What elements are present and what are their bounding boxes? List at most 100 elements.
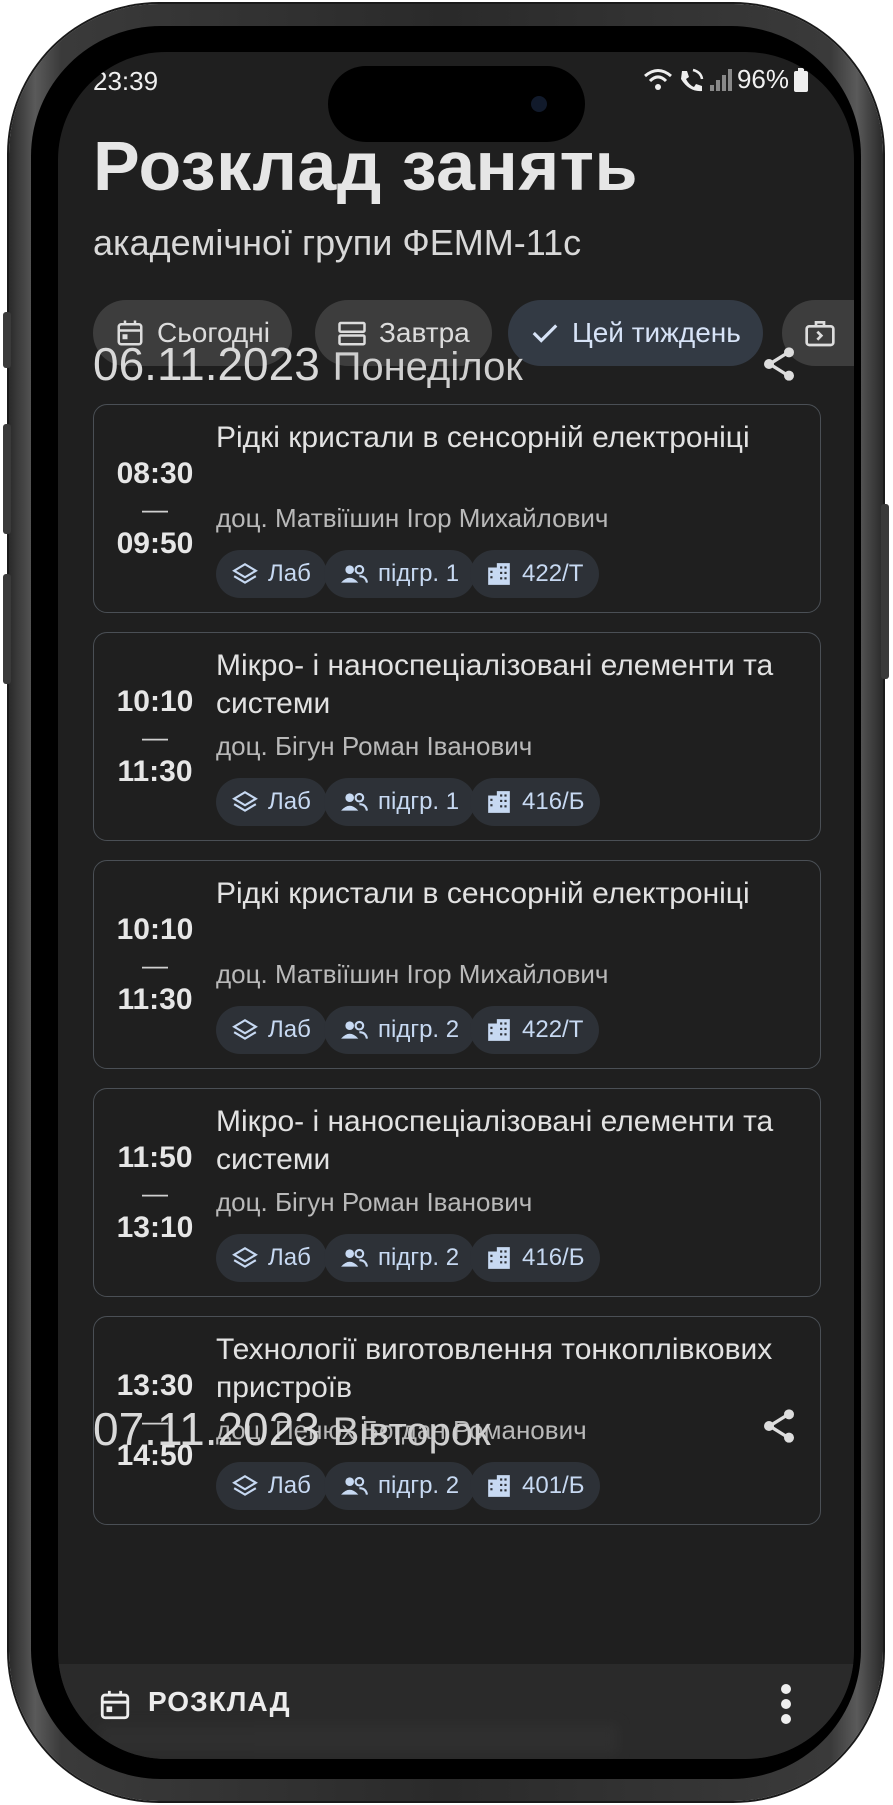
- lesson-room-chip: 416/Б: [470, 1234, 601, 1282]
- lesson-room-chip: 422/Т: [470, 1006, 600, 1054]
- lesson-time: 08:30—09:50: [94, 405, 216, 612]
- lesson-subgroup-chip: підгр. 2: [324, 1006, 476, 1054]
- lesson-start-time: 10:10: [116, 912, 194, 946]
- lesson-room: 416/Б: [522, 1244, 585, 1271]
- group-icon: [341, 1476, 368, 1495]
- lesson-time: 10:10—11:30: [94, 633, 216, 840]
- day-header: 07.11.2023 Вівторок: [93, 1402, 491, 1456]
- lesson-subject: Мікро- і наноспеціалізовані елементи та …: [216, 1105, 774, 1176]
- lesson-end-time: 11:30: [117, 982, 193, 1016]
- layers-icon: [232, 790, 258, 812]
- lesson-teacher: доц. Матвіїшин Ігор Михайлович: [216, 959, 609, 989]
- layers-icon: [232, 562, 258, 584]
- lesson-room-chip: 401/Б: [470, 1462, 601, 1510]
- lesson-type: Лаб: [268, 560, 311, 587]
- group-icon: [341, 792, 368, 811]
- lesson-end-time: 13:10: [116, 1210, 194, 1244]
- front-camera: [531, 96, 547, 112]
- building-icon: [488, 563, 510, 585]
- lesson-type: Лаб: [268, 1016, 311, 1043]
- lesson-subgroup: підгр. 2: [378, 1016, 460, 1043]
- lesson-room: 401/Б: [522, 1472, 585, 1499]
- battery-icon: [794, 67, 808, 92]
- lesson-subgroup-chip: підгр. 1: [324, 778, 476, 826]
- bottom-bar-title[interactable]: РОЗКЛАД: [148, 1686, 291, 1718]
- layers-icon: [232, 1018, 258, 1040]
- lesson-teacher: доц. Матвіїшин Ігор Михайлович: [216, 503, 609, 533]
- lesson-time: 10:10—11:30: [94, 861, 216, 1068]
- building-icon: [488, 1475, 510, 1497]
- lesson-subgroup-chip: підгр. 2: [324, 1462, 476, 1510]
- day-date: 07.11.2023: [93, 1403, 320, 1455]
- lesson-room-chip: 416/Б: [470, 778, 601, 826]
- day-weekday: Вівторок: [332, 1410, 491, 1454]
- lesson-subject: Технології виготовлення тонкоплівкових п…: [216, 1333, 773, 1404]
- lesson-type-chip: Лаб: [216, 550, 327, 598]
- page-subtitle: академічної групи ФЕММ-11с: [93, 222, 582, 263]
- day-header: 06.11.2023 Понеділок: [93, 337, 523, 391]
- time-separator: —: [142, 949, 168, 980]
- more-vert-icon[interactable]: [778, 1684, 794, 1724]
- lesson-room: 422/Т: [522, 560, 584, 587]
- group-icon: [341, 1020, 368, 1039]
- lesson-end-time: 11:30: [117, 754, 193, 788]
- lesson-subgroup: підгр. 2: [378, 1472, 460, 1499]
- time-separator: —: [142, 1177, 168, 1208]
- power-button: [881, 504, 889, 679]
- lesson-start-time: 08:30: [116, 456, 194, 490]
- layers-icon: [232, 1246, 258, 1268]
- signal-icon: [709, 68, 732, 91]
- battery-percent: 96%: [736, 64, 789, 94]
- lesson-type-chip: Лаб: [216, 1462, 327, 1510]
- lesson-teacher: доц. Бігун Роман Іванович: [216, 731, 533, 761]
- action-button: [3, 312, 11, 368]
- building-icon: [488, 1247, 510, 1269]
- chip-this-week[interactable]: Цей тиждень: [508, 300, 763, 366]
- share-icon[interactable]: [759, 344, 799, 384]
- page-title: Розклад занять: [93, 127, 638, 205]
- building-icon: [488, 1019, 510, 1041]
- day-date: 06.11.2023: [93, 338, 320, 390]
- lesson-start-time: 11:50: [117, 1140, 193, 1174]
- lesson-card[interactable]: 08:30—09:50 Рідкі кристали в сенсорній ел…: [93, 404, 821, 613]
- chip-this-week-label: Цей тиждень: [572, 317, 741, 348]
- lesson-type-chip: Лаб: [216, 778, 327, 826]
- lesson-card[interactable]: 10:10—11:30 Мікро- і наноспеціалізовані е…: [93, 632, 821, 841]
- lesson-card[interactable]: 11:50—13:10 Мікро- і наноспеціалізовані е…: [93, 1088, 821, 1297]
- status-icons: 96%: [643, 64, 809, 95]
- lesson-type: Лаб: [268, 788, 311, 815]
- lesson-subgroup-chip: підгр. 2: [324, 1234, 476, 1282]
- lesson-type-chip: Лаб: [216, 1006, 327, 1054]
- volume-down-button: [3, 574, 11, 684]
- group-icon: [341, 1248, 368, 1267]
- briefcase-arrow-icon: [805, 321, 835, 347]
- app-screen: 23:39 96% Розклад занять академічної гру…: [58, 52, 854, 1759]
- lesson-type: Лаб: [268, 1472, 311, 1499]
- lesson-type: Лаб: [268, 1244, 311, 1271]
- share-icon[interactable]: [759, 1406, 799, 1446]
- building-icon: [488, 791, 510, 813]
- group-icon: [341, 564, 368, 583]
- lesson-subgroup: підгр. 1: [378, 560, 460, 587]
- calendar-icon: [100, 1690, 130, 1720]
- lesson-subject: Рідкі кристали в сенсорній електроніці: [216, 421, 750, 454]
- status-time: 23:39: [93, 66, 159, 96]
- lesson-subject: Мікро- і наноспеціалізовані елементи та …: [216, 649, 774, 720]
- lesson-teacher: доц. Бігун Роман Іванович: [216, 1187, 533, 1217]
- time-separator: —: [142, 493, 168, 524]
- bottom-app-bar: РОЗКЛАД: [58, 1664, 854, 1759]
- time-separator: —: [142, 721, 168, 752]
- blurred-content: [98, 1724, 618, 1754]
- lesson-room: 422/Т: [522, 1016, 584, 1043]
- lesson-time: 11:50—13:10: [94, 1089, 216, 1296]
- lesson-end-time: 09:50: [116, 526, 194, 560]
- lesson-subgroup: підгр. 1: [378, 788, 460, 815]
- lesson-subgroup-chip: підгр. 1: [324, 550, 476, 598]
- lesson-subject: Рідкі кристали в сенсорній електроніці: [216, 877, 750, 910]
- volume-up-button: [3, 424, 11, 534]
- lesson-subgroup: підгр. 2: [378, 1244, 460, 1271]
- wifi-icon: [643, 68, 672, 90]
- wifi-calling-icon: [680, 68, 704, 91]
- lesson-card[interactable]: 10:10—11:30 Рідкі кристали в сенсорній ел…: [93, 860, 821, 1069]
- day-weekday: Понеділок: [332, 345, 523, 389]
